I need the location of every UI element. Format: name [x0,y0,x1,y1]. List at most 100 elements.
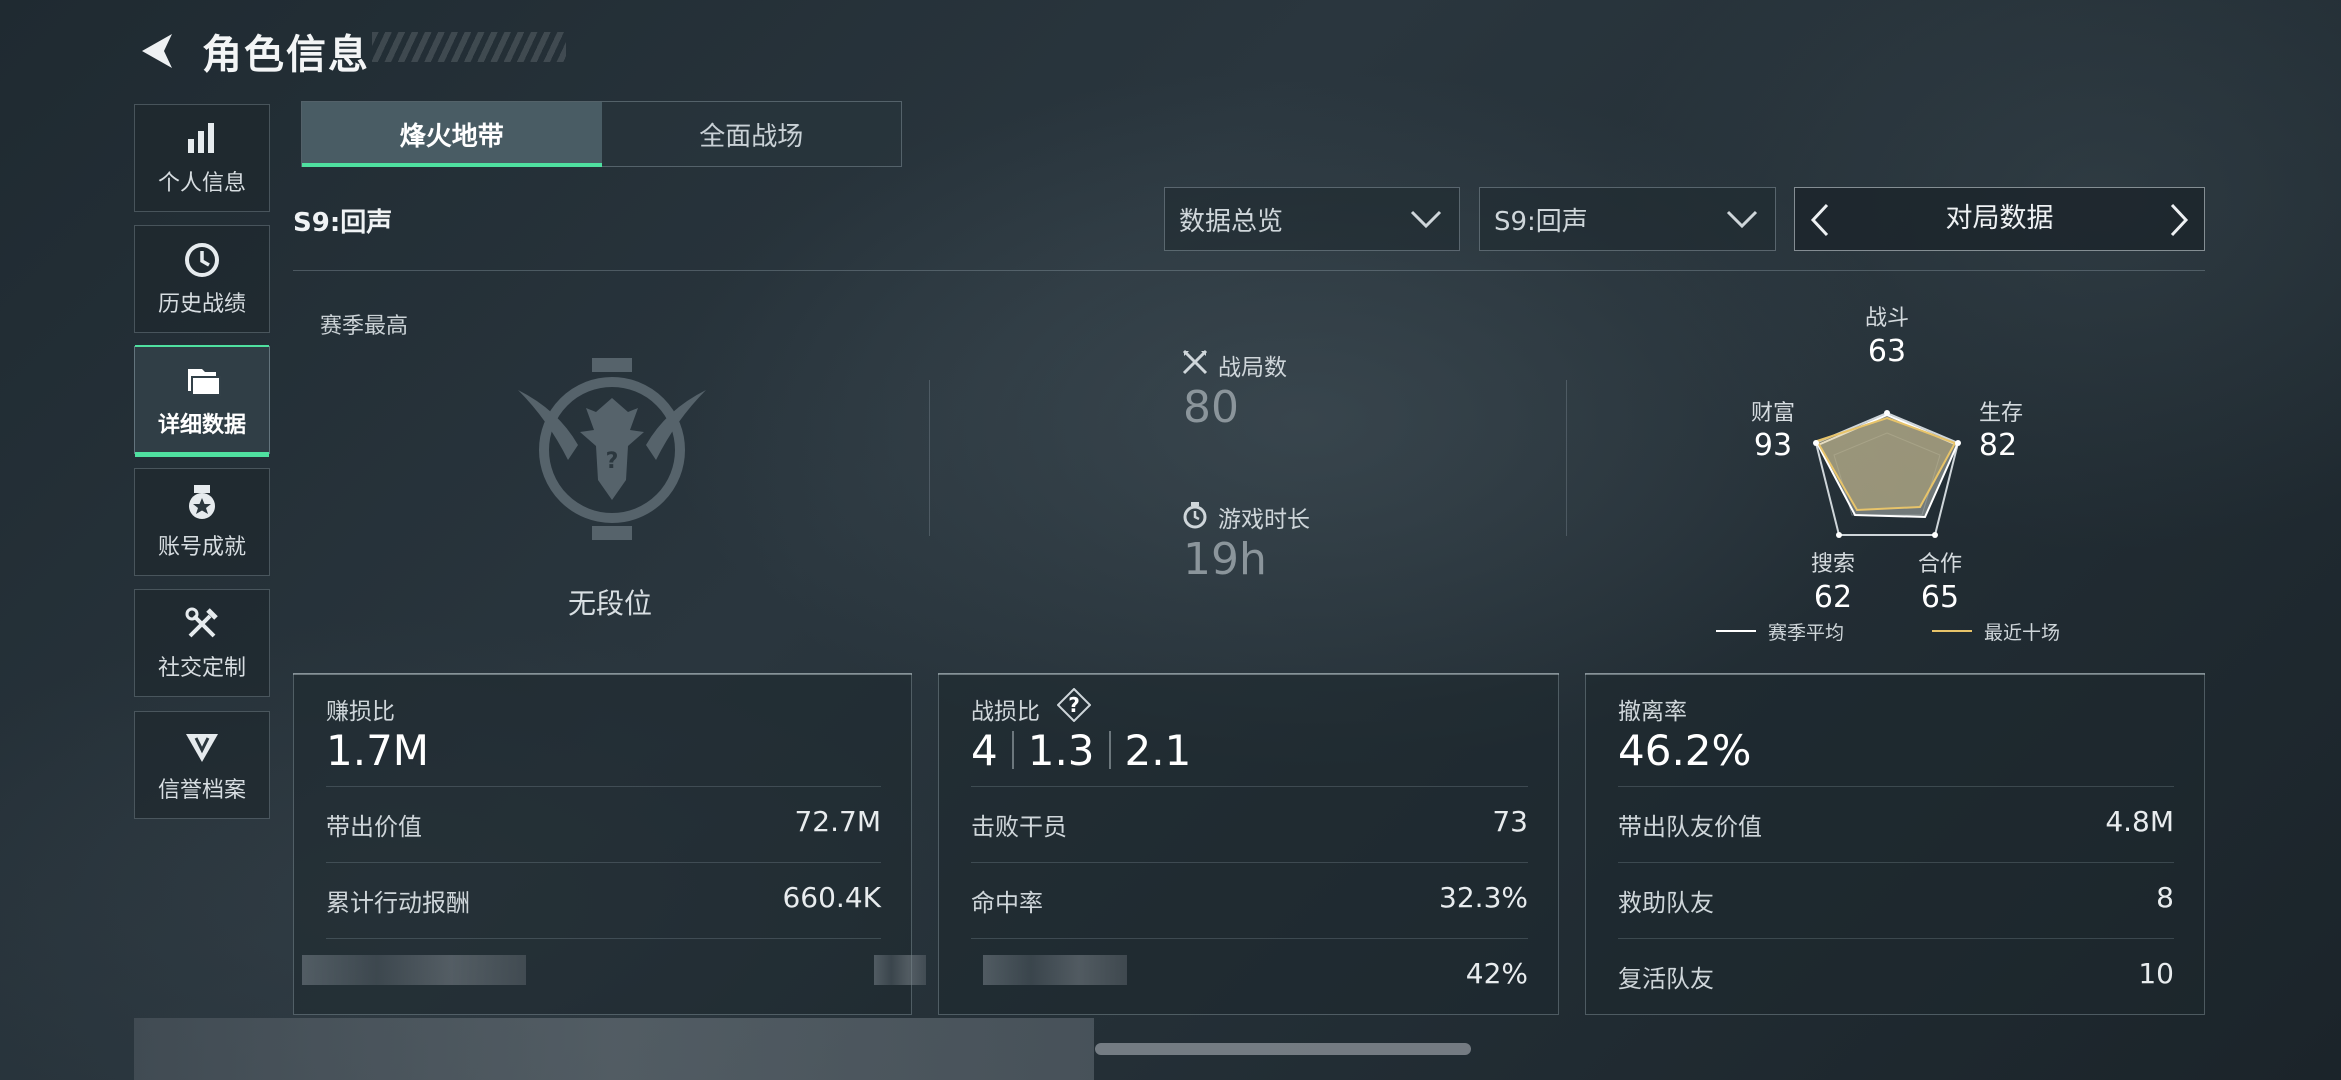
data-type-dropdown[interactable]: 数据总览 [1164,187,1460,251]
tab-full-battlefield[interactable]: 全面战场 [602,102,902,166]
svg-text:?: ? [606,449,619,474]
legend-swatch-season-avg [1716,630,1756,632]
kd-value-part: 1.3 [1027,726,1095,775]
radar-axis-label: 生存 [1978,401,2023,426]
stat-row-value: 72.7M [794,805,881,838]
stat-row: 救助队友 8 [1618,862,2174,939]
section-divider [293,270,2205,271]
card-main-value: 46.2% [1618,726,1752,775]
matches-label: 战局数 [1218,355,1287,381]
radar-axis-value: 62 [1813,580,1853,615]
radar-point [1836,532,1842,538]
pager-title: 对局数据 [1945,203,2054,234]
radar-point [1932,532,1938,538]
vertical-divider [929,380,930,536]
matches-value: 80 [1183,382,1239,433]
radar-axis-value: 63 [1867,334,1907,369]
legend-label: 赛季平均 [1768,622,1845,644]
stat-row: 复活队友 10 [1618,938,2174,1015]
page-title: 角色信息 [202,32,370,78]
stat-row-label: 累计行动报酬 [326,889,470,917]
rank-name: 无段位 [567,587,652,620]
home-indicator[interactable] [1095,1043,1471,1055]
sidebar-item-label: 详细数据 [157,413,246,438]
season-dropdown[interactable]: S9:回声 [1479,187,1776,251]
stopwatch-icon [1183,502,1207,529]
vertical-divider [1566,380,1567,536]
censored-region [983,955,1127,985]
censored-region [134,1018,1094,1080]
rank-emblem-icon: ? [518,358,706,540]
radar-axis-value: 82 [1978,428,2018,463]
chevron-down-icon [1410,210,1442,229]
censored-region [302,955,526,985]
playtime-label: 游戏时长 [1218,507,1310,533]
season-best-label: 赛季最高 [320,314,409,339]
kd-value-part: 2.1 [1124,726,1192,775]
card-title: 撤离率 [1618,699,1687,725]
card-main-value: 1.7M [326,726,430,775]
sidebar-item-label: 个人信息 [157,171,246,196]
stat-row-label: 命中率 [971,889,1043,917]
radar-axis-value: 93 [1753,428,1793,463]
stat-row-value: 32.3% [1439,881,1528,914]
kd-ratio-card: 战损比 ? 4 1.3 2.1 击败干员 73 命中率 32.3% 42% [938,673,1559,1015]
history-clock-icon [185,243,219,277]
tab-warzone[interactable]: 烽火地带 [302,102,602,167]
legend-swatch-recent [1932,630,1972,632]
help-icon[interactable]: ? [1057,688,1091,722]
sidebar-item-label: 信誉档案 [157,778,246,803]
sidebar-item-label: 账号成就 [157,535,246,560]
dropdown-value: S9:回声 [1494,206,1588,237]
radar-point [1884,410,1890,416]
stat-row: 42% [971,938,1528,1015]
card-title: 赚损比 [326,699,395,725]
data-pager: 对局数据 [1794,187,2205,251]
card-title: 战损比 [971,699,1040,725]
stat-row-label: 击败干员 [971,813,1067,841]
stat-row: 带出价值 72.7M [326,786,881,863]
tools-icon [185,607,218,638]
card-main-value: 4 1.3 2.1 [971,726,1191,775]
radar-axis-label: 战斗 [1864,306,1909,331]
profit-loss-card: 赚损比 1.7M 带出价值 72.7M 累计行动报酬 660.4K [293,673,926,1015]
stat-row: 命中率 32.3% [971,862,1528,939]
stat-row-label: 救助队友 [1618,889,1714,917]
chevron-right-icon[interactable] [2164,202,2194,238]
stat-row-value: 73 [1492,805,1528,838]
sidebar-item-label: 社交定制 [157,656,246,681]
stat-row: 累计行动报酬 660.4K [326,862,881,939]
stat-row-value: 4.8M [2105,805,2174,838]
stat-row: 带出队友价值 4.8M [1618,786,2174,863]
season-label: S9:回声 [293,208,393,238]
sidebar-item-history[interactable]: 历史战绩 [134,225,270,333]
sidebar-item-detailed-data[interactable]: 详细数据 [134,345,270,457]
stat-row [302,938,926,1015]
radar-axis-label: 搜索 [1810,552,1855,577]
radar-axis-value: 65 [1920,580,1960,615]
stat-row-label: 带出价值 [326,813,422,841]
extraction-rate-card: 撤离率 46.2% 带出队友价值 4.8M 救助队友 8 复活队友 10 [1585,673,2205,1015]
playtime-value: 19h [1183,534,1267,585]
svg-text:?: ? [1068,693,1080,717]
sidebar-item-reputation[interactable]: 信誉档案 [134,711,270,819]
bar-chart-icon [188,123,214,153]
back-arrow-icon[interactable] [134,26,184,76]
sidebar-item-social[interactable]: 社交定制 [134,589,270,697]
medal-icon [189,485,215,519]
stat-row-value: 660.4K [782,881,881,914]
chevron-down-icon [1726,210,1758,229]
stat-row: 击败干员 73 [971,786,1528,863]
mode-tabs: 烽火地带 全面战场 [301,101,902,167]
legend-label: 最近十场 [1984,622,2061,644]
kd-value-part: 4 [971,726,998,775]
sidebar-item-achievements[interactable]: 账号成就 [134,468,270,576]
stat-row-value: 10 [2138,957,2174,990]
title-decoration [372,32,566,62]
stat-row-value: 8 [2156,881,2174,914]
radar-axis-label: 财富 [1750,401,1795,426]
crossed-swords-icon [1182,349,1208,375]
stat-row-label: 复活队友 [1618,965,1714,993]
sidebar-item-personal-info[interactable]: 个人信息 [134,104,270,212]
radar-axis-label: 合作 [1917,552,1962,577]
